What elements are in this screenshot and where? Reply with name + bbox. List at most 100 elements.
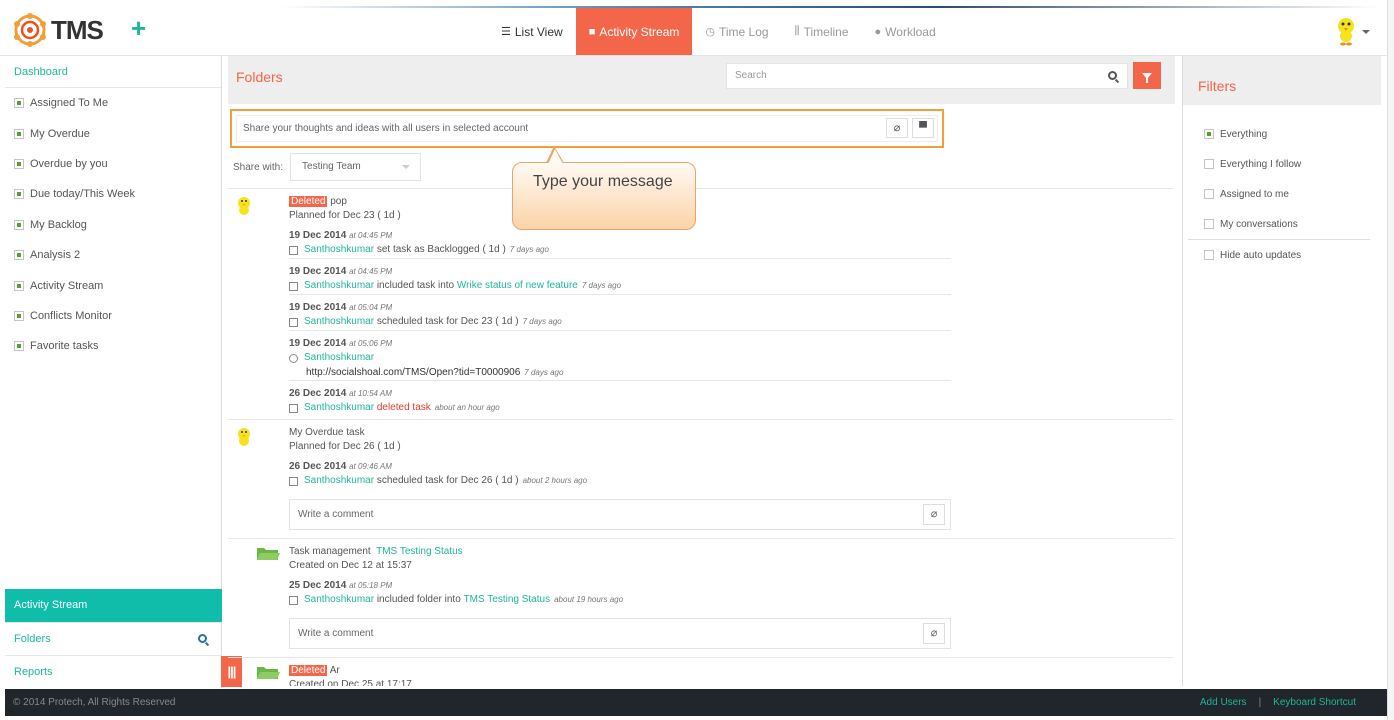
calendar-icon <box>289 317 298 327</box>
tab-label: Workload <box>885 24 936 39</box>
main-header: Folders Search <box>228 56 1175 104</box>
search-icon[interactable] <box>198 634 207 643</box>
sidebar-item-favorites[interactable]: Favorite tasks <box>5 331 221 361</box>
folder-link[interactable]: TMS Testing Status <box>376 546 463 557</box>
user-avatar <box>238 197 250 215</box>
activity-text: set task as Backlogged ( 1d ) <box>376 244 506 255</box>
created-date: Created on Dec 12 at 15:37 <box>289 560 412 571</box>
sidebar-item-my-overdue[interactable]: My Overdue <box>5 118 221 148</box>
checkbox[interactable] <box>1204 189 1214 199</box>
sidebar-item-activity-stream[interactable]: Activity Stream <box>5 270 221 300</box>
comment-input[interactable]: Write a comment ⌀ <box>289 499 951 530</box>
sidebar-folders-label: Folders <box>14 633 51 645</box>
footer-links: Add Users | Keyboard Shortcut <box>1194 689 1362 716</box>
user-link[interactable]: Santhoshkumar <box>304 243 374 257</box>
created-date: Created on Dec 25 at 17:17 <box>289 679 412 686</box>
checkbox[interactable] <box>1204 159 1214 169</box>
tab-time-log[interactable]: ◷ Time Log <box>692 8 781 55</box>
folder-link[interactable]: TMS Testing Status <box>464 593 551 607</box>
user-link[interactable]: Santhoshkumar <box>304 315 374 329</box>
sidebar-item-conflicts[interactable]: Conflicts Monitor <box>5 301 221 331</box>
add-icon[interactable]: + <box>131 15 146 41</box>
sidebar-item-label: My Overdue <box>30 127 90 140</box>
sidebar-activity-stream-tab[interactable]: Activity Stream <box>5 589 222 622</box>
sidebar-reports-tab[interactable]: Reports <box>5 655 222 688</box>
keyboard-shortcut-link[interactable]: Keyboard Shortcut <box>1273 697 1356 708</box>
filter-assigned-to-me[interactable]: Assigned to me <box>1183 179 1381 209</box>
footer-separator: | <box>1258 697 1262 708</box>
activity-date: 26 Dec 2014 at 10:54 AM <box>289 388 951 400</box>
post-message-button[interactable]: ▀ <box>912 118 934 138</box>
tab-workload[interactable]: ● Workload <box>862 8 949 55</box>
tab-label: List View <box>514 24 563 39</box>
list-icon: ☰ <box>501 26 511 38</box>
date-text: 19 Dec 2014 <box>289 302 347 313</box>
message-box-highlight: Share your thoughts and ideas with all u… <box>230 109 944 148</box>
entry-title[interactable]: Deleted Ar <box>289 663 951 678</box>
sidebar-item-label: Conflicts Monitor <box>30 309 112 322</box>
tab-list-view[interactable]: ☰ List View <box>488 8 576 55</box>
attach-button[interactable]: ⌀ <box>923 504 945 525</box>
comment-input[interactable]: Write a comment ⌀ <box>289 618 951 649</box>
activity-text: included task into <box>376 280 455 291</box>
folder-link[interactable]: Wrike status of new feature <box>457 279 578 293</box>
filter-my-conversations[interactable]: My conversations <box>1183 209 1381 239</box>
activity-date: 26 Dec 2014 at 09:46 AM <box>289 461 951 473</box>
sidebar-folders-tab[interactable]: Folders <box>5 622 222 655</box>
activity-line: Santhoshkumar included task into Wrike s… <box>289 278 951 295</box>
tab-activity-stream[interactable]: ■ Activity Stream <box>575 8 693 55</box>
paperclip-icon: ⌀ <box>930 627 938 639</box>
search-icon[interactable] <box>1108 71 1117 80</box>
sidebar-item-label: Activity Stream <box>30 279 104 292</box>
tab-label: Activity Stream <box>599 24 680 39</box>
user-link[interactable]: Santhoshkumar <box>304 593 374 607</box>
activity-line: Santhoshkumar included folder into TMS T… <box>289 592 951 608</box>
filter-button[interactable] <box>1133 62 1161 89</box>
sidebar-item-backlog[interactable]: My Backlog <box>5 210 221 240</box>
attach-button[interactable]: ⌀ <box>886 118 908 138</box>
filter-label: Assigned to me <box>1220 188 1289 200</box>
entry-title[interactable]: Task management TMS Testing Status <box>289 544 951 559</box>
chevron-down-icon[interactable] <box>1362 30 1370 34</box>
share-with-select[interactable]: Testing Team <box>290 153 422 181</box>
activity-text: included folder into <box>376 594 461 605</box>
main-panel: Folders Search Share your thoughts and i… <box>228 56 1175 686</box>
paperclip-icon: ⌀ <box>930 508 938 520</box>
sidebar-dashboard-link[interactable]: Dashboard <box>5 56 221 88</box>
user-link[interactable]: Santhoshkumar <box>304 474 374 488</box>
search-input[interactable]: Search <box>726 63 1128 89</box>
feed-entry: Deleted Ar Created on Dec 25 at 17:17 <box>228 657 1173 686</box>
entry-title[interactable]: My Overdue task <box>289 425 951 440</box>
app-logo[interactable]: TMS <box>13 12 104 48</box>
user-link[interactable]: Santhoshkumar <box>304 401 374 415</box>
message-input[interactable]: Share your thoughts and ideas with all u… <box>236 115 938 142</box>
attach-button[interactable]: ⌀ <box>923 623 945 644</box>
user-link[interactable]: Santhoshkumar <box>304 351 374 365</box>
user-link[interactable]: Santhoshkumar <box>304 279 374 293</box>
sidebar-item-label: Due today/This Week <box>30 188 135 201</box>
checkbox[interactable] <box>1204 219 1214 229</box>
tab-timeline[interactable]: ⫼ Timeline <box>782 8 862 55</box>
checkbox[interactable] <box>1204 250 1214 260</box>
page-scrollbar[interactable] <box>1387 0 1394 720</box>
comment-text: http://socialshoal.com/TMS/Open?tid=T000… <box>289 366 951 381</box>
deleted-badge: Deleted <box>289 196 328 207</box>
filter-label: Hide auto updates <box>1220 249 1302 261</box>
activity-date: 25 Dec 2014 at 05:18 PM <box>289 580 951 592</box>
filter-everything-i-follow[interactable]: Everything I follow <box>1183 149 1381 179</box>
folder-icon <box>289 595 298 605</box>
comment-url[interactable]: http://socialshoal.com/TMS/Open?tid=T000… <box>306 367 520 378</box>
filter-everything[interactable]: Everything <box>1183 119 1381 149</box>
activity-line: Santhoshkumar deleted task about an hour … <box>289 400 951 416</box>
sidebar-item-assigned[interactable]: Assigned To Me <box>5 88 221 118</box>
filter-hide-auto-updates[interactable]: Hide auto updates <box>1183 240 1381 270</box>
user-avatar[interactable] <box>1334 16 1358 46</box>
sidebar-item-overdue-by-you[interactable]: Overdue by you <box>5 149 221 179</box>
checkbox-checked[interactable] <box>1204 129 1214 139</box>
tab-label: Timeline <box>803 24 849 39</box>
activity-text: deleted task <box>376 402 431 413</box>
sidebar-item-due-today[interactable]: Due today/This Week <box>5 179 221 209</box>
add-users-link[interactable]: Add Users <box>1200 697 1247 708</box>
sidebar-item-analysis[interactable]: Analysis 2 <box>5 240 221 270</box>
time-ago: about 2 hours ago <box>522 476 588 485</box>
